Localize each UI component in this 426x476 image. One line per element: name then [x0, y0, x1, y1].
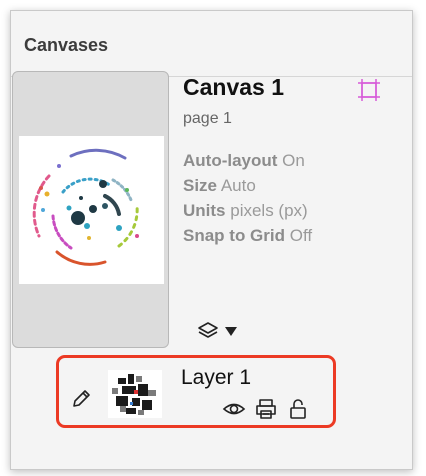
- property-value: pixels (px): [230, 201, 308, 220]
- layers-menu-button[interactable]: [196, 320, 246, 342]
- canvas-thumbnail[interactable]: [12, 71, 169, 348]
- layer-name[interactable]: Layer 1: [181, 366, 251, 390]
- panel-header: Canvases: [11, 11, 412, 77]
- canvas-properties: Auto-layout On Size Auto Units pixels (p…: [183, 148, 312, 248]
- unlock-icon[interactable]: [286, 398, 310, 420]
- property-snap-to-grid: Snap to Grid Off: [183, 223, 312, 248]
- property-value: On: [282, 151, 305, 170]
- property-key: Units: [183, 201, 226, 220]
- property-key: Snap to Grid: [183, 226, 285, 245]
- canvas-thumbnail-preview: [19, 136, 164, 284]
- property-key: Size: [183, 176, 218, 195]
- canvas-page-label: page 1: [183, 110, 232, 127]
- triangle-down-icon: [225, 327, 237, 336]
- pencil-icon[interactable]: [70, 388, 92, 410]
- property-value: Off: [289, 226, 313, 245]
- property-auto-layout: Auto-layout On: [183, 148, 312, 173]
- property-size: Size Auto: [183, 173, 312, 198]
- printer-icon[interactable]: [254, 398, 278, 420]
- eye-icon[interactable]: [222, 398, 246, 420]
- layer-toggles: [222, 398, 310, 420]
- property-units: Units pixels (px): [183, 198, 312, 223]
- frame-icon[interactable]: [358, 79, 380, 101]
- property-key: Auto-layout: [183, 151, 278, 170]
- layers-icon: [198, 322, 218, 338]
- layer-thumbnail: [108, 370, 162, 418]
- property-value: Auto: [220, 176, 256, 195]
- canvas-name[interactable]: Canvas 1: [183, 74, 284, 101]
- panel-title: Canvases: [24, 35, 109, 55]
